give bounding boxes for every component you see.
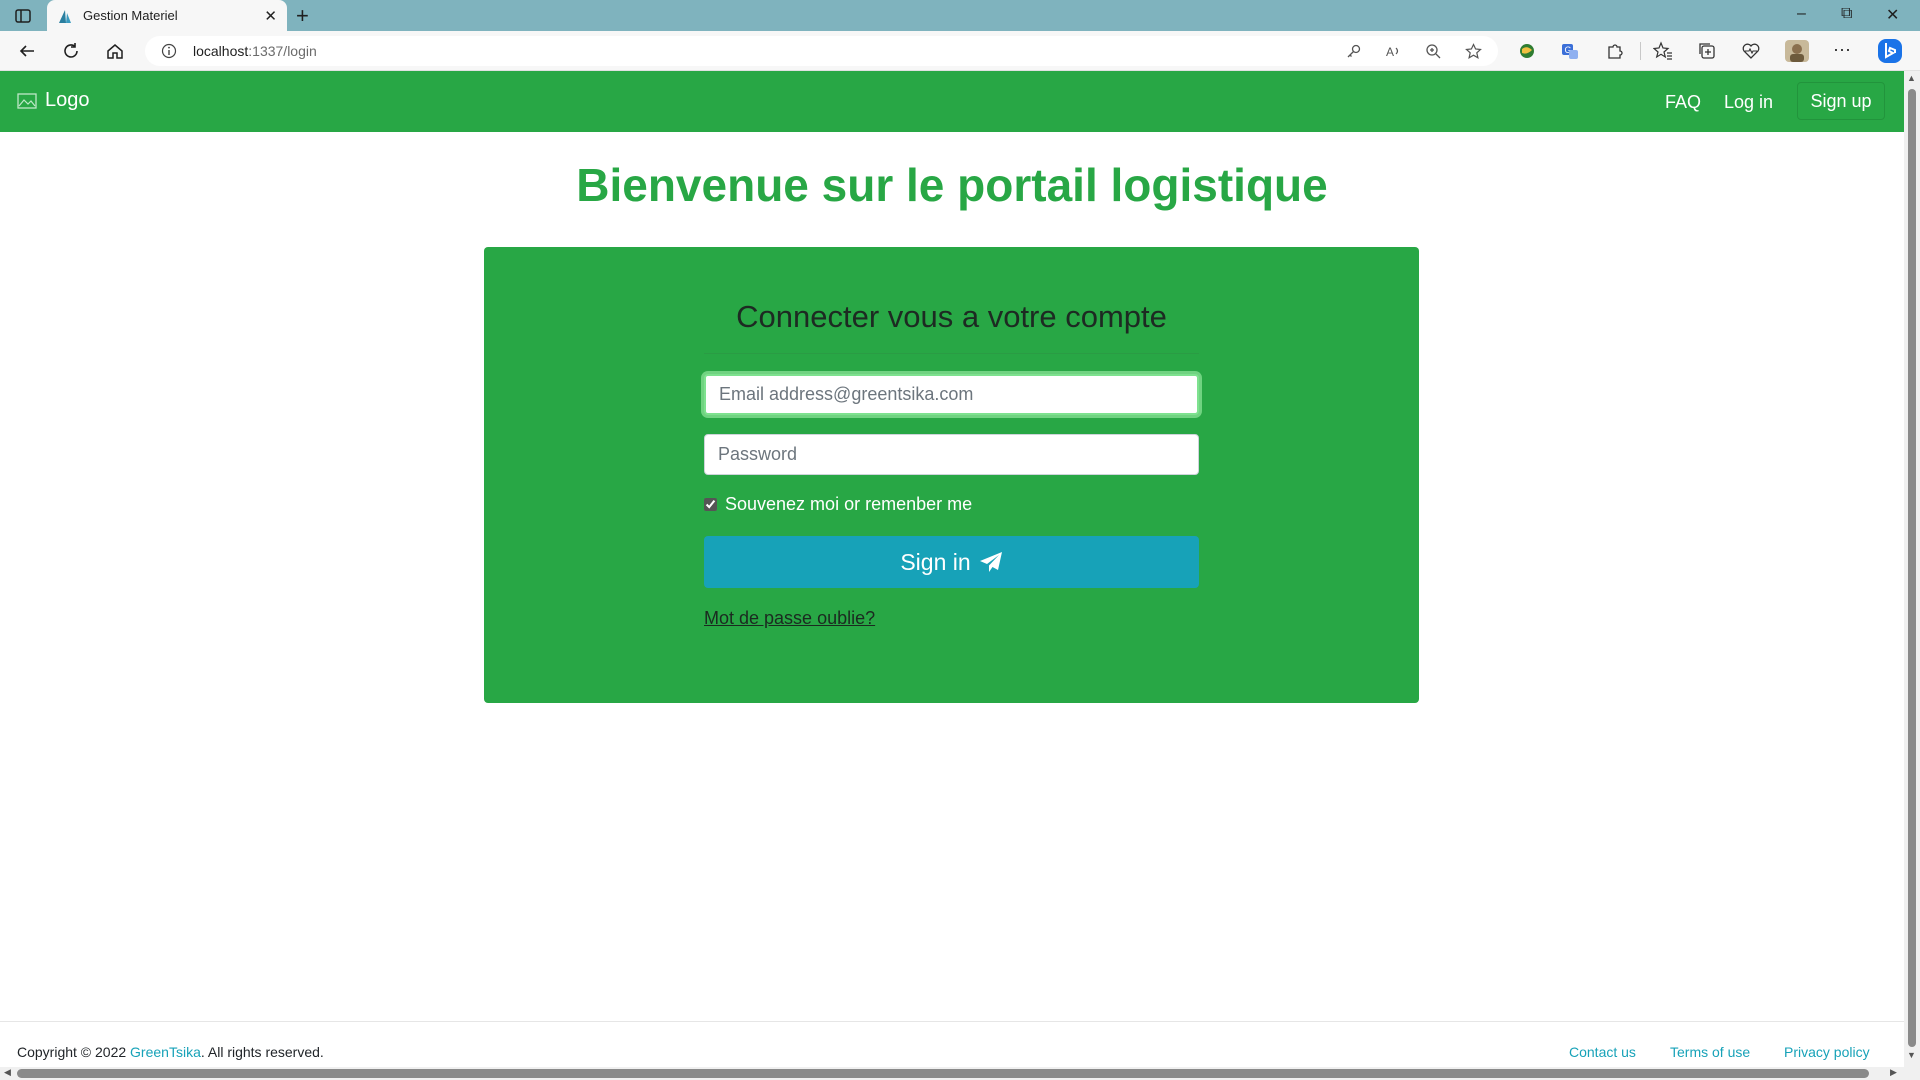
url-text: localhost:1337/login — [193, 43, 317, 59]
url-path: :1337/login — [248, 43, 317, 59]
browser-tab-strip: Gestion Materiel ✕ + – ⧉ ✕ — [0, 0, 1920, 31]
privacy-link[interactable]: Privacy policy — [1784, 1044, 1870, 1060]
site-navbar: Logo FAQ Log in Sign up — [0, 71, 1904, 132]
tab-actions-icon[interactable] — [14, 7, 32, 25]
performance-heart-icon[interactable] — [1741, 41, 1761, 61]
remember-me-checkbox[interactable] — [704, 498, 717, 511]
browser-toolbar: localhost:1337/login A G ··· — [0, 31, 1920, 71]
bing-chat-icon[interactable] — [1877, 38, 1903, 64]
extension-globe-icon[interactable] — [1517, 41, 1537, 61]
key-icon[interactable] — [1345, 43, 1362, 60]
nav-faq-link[interactable]: FAQ — [1665, 92, 1701, 113]
window-close-button[interactable]: ✕ — [1886, 5, 1899, 25]
back-button[interactable] — [16, 40, 38, 62]
minimize-button[interactable]: – — [1797, 5, 1806, 23]
zoom-icon[interactable] — [1425, 43, 1442, 60]
home-icon — [107, 44, 123, 59]
tab-title: Gestion Materiel — [83, 8, 178, 23]
signin-button[interactable]: Sign in — [704, 536, 1199, 588]
profile-avatar-icon[interactable] — [1785, 40, 1809, 62]
tab-close-icon[interactable]: ✕ — [264, 7, 277, 25]
vertical-scroll-thumb[interactable] — [1908, 89, 1916, 1047]
logo-text: Logo — [45, 89, 90, 111]
address-bar[interactable]: localhost:1337/login A — [145, 36, 1498, 66]
paper-plane-icon — [979, 552, 1002, 572]
copyright-prefix: Copyright © 2022 — [17, 1044, 131, 1060]
email-input[interactable] — [704, 374, 1199, 415]
forgot-password-link[interactable]: Mot de passe oublie? — [704, 608, 875, 629]
horizontal-scrollbar[interactable]: ◀ ▶ — [0, 1067, 1904, 1080]
scroll-up-arrow-icon[interactable]: ▲ — [1907, 73, 1916, 83]
copyright-text: Copyright © 2022 GreenTsika. All rights … — [17, 1044, 324, 1060]
contact-link[interactable]: Contact us — [1569, 1044, 1636, 1060]
collections-icon[interactable] — [1697, 41, 1717, 61]
new-tab-button[interactable]: + — [296, 3, 309, 29]
site-logo[interactable]: Logo — [17, 89, 90, 112]
read-aloud-icon[interactable]: A — [1385, 43, 1402, 60]
scroll-left-arrow-icon[interactable]: ◀ — [4, 1067, 11, 1078]
reload-icon — [64, 43, 78, 58]
favorite-star-icon[interactable] — [1465, 43, 1482, 60]
settings-more-button[interactable]: ··· — [1833, 39, 1851, 60]
remember-me[interactable]: Souvenez moi or remenber me — [704, 494, 972, 515]
login-heading: Connecter vous a votre compte — [736, 299, 1167, 334]
site-favicon-icon — [59, 10, 71, 23]
password-input[interactable] — [704, 434, 1199, 475]
horizontal-scroll-thumb[interactable] — [17, 1069, 1869, 1078]
page-title: Bienvenue sur le portail logistique — [576, 159, 1328, 211]
svg-text:A: A — [1386, 45, 1394, 59]
browser-tab[interactable]: Gestion Materiel ✕ — [47, 0, 287, 31]
url-host: localhost — [193, 43, 249, 59]
remember-me-label: Souvenez moi or remenber me — [725, 494, 973, 514]
extensions-puzzle-icon[interactable] — [1605, 41, 1625, 61]
nav-login-link[interactable]: Log in — [1724, 92, 1773, 113]
scroll-right-arrow-icon[interactable]: ▶ — [1890, 1067, 1897, 1078]
translate-icon[interactable]: G — [1560, 41, 1580, 61]
info-icon[interactable] — [161, 43, 177, 59]
login-card: Connecter vous a votre compte Souvenez m… — [484, 247, 1419, 703]
vertical-scrollbar[interactable]: ▲ ▼ — [1904, 71, 1920, 1080]
signin-label: Sign in — [900, 548, 971, 575]
arrow-left-icon — [19, 45, 34, 57]
toolbar-divider — [1640, 42, 1641, 60]
broken-image-icon — [17, 92, 37, 109]
terms-link[interactable]: Terms of use — [1670, 1044, 1750, 1060]
brand-link[interactable]: GreenTsika — [130, 1044, 201, 1060]
reload-button[interactable] — [60, 40, 82, 62]
copyright-suffix: . All rights reserved. — [200, 1044, 324, 1060]
signup-button[interactable]: Sign up — [1797, 82, 1885, 120]
home-button[interactable] — [104, 40, 126, 62]
favorites-icon[interactable] — [1653, 41, 1673, 61]
scroll-down-arrow-icon[interactable]: ▼ — [1907, 1050, 1916, 1060]
heading-divider — [704, 353, 1199, 354]
restore-button[interactable]: ⧉ — [1841, 5, 1852, 23]
